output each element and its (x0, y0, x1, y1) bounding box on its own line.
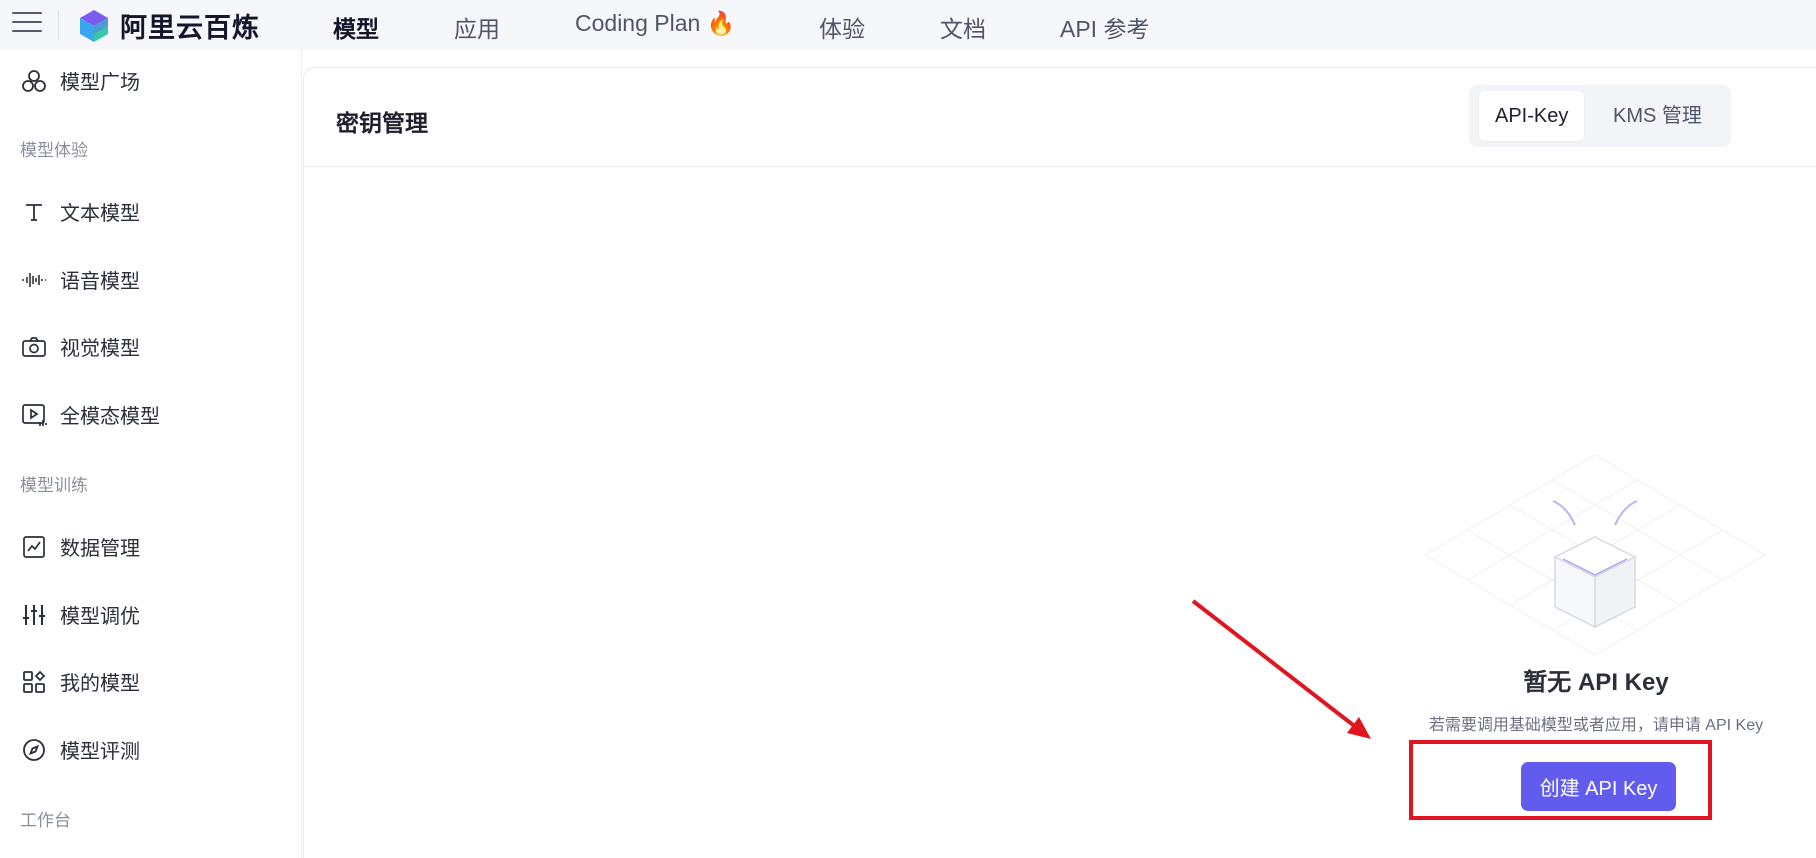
sidebar-item-text-models[interactable]: 文本模型 (20, 197, 140, 226)
sidebar-group-title: 工作台 (20, 811, 71, 830)
model-plaza-icon (20, 67, 48, 95)
nav-coding-plan-label: Coding Plan (575, 10, 701, 36)
hamburger-menu-icon[interactable] (12, 12, 42, 36)
nav-api-reference[interactable]: API 参考 (1060, 10, 1149, 44)
sliders-icon (20, 601, 48, 629)
nav-docs[interactable]: 文档 (940, 10, 986, 44)
empty-state-title: 暂无 API Key (1523, 669, 1669, 696)
bailian-logo-icon (80, 9, 108, 42)
key-type-tabs: API-Key KMS 管理 (1469, 85, 1731, 147)
logo-text: 阿里云百炼 (120, 13, 260, 43)
logo[interactable]: 阿里云百炼 (76, 6, 260, 45)
sidebar-item-label: 视觉模型 (60, 338, 140, 360)
sidebar-item-my-models[interactable]: 我的模型 (20, 667, 140, 696)
sidebar-item-label: 我的模型 (60, 673, 140, 695)
empty-box-illustration (1424, 454, 1766, 656)
sidebar-item-label: 语音模型 (60, 271, 140, 293)
audio-wave-icon (20, 266, 48, 294)
nav-models[interactable]: 模型 (333, 10, 379, 44)
sidebar-item-label: 模型评测 (60, 741, 140, 763)
compass-icon (20, 736, 48, 764)
sidebar-item-label: 模型广场 (60, 72, 140, 94)
nav-apps[interactable]: 应用 (454, 10, 500, 44)
nav-experience[interactable]: 体验 (819, 10, 865, 44)
sidebar-item-omni-models[interactable]: 全模态模型 (20, 400, 160, 429)
page-title: 密钥管理 (336, 110, 428, 136)
sidebar-item-audio-models[interactable]: 语音模型 (20, 265, 140, 294)
empty-state-description: 若需要调用基础模型或者应用，请申请 API Key (1428, 717, 1764, 734)
chart-icon (20, 533, 48, 561)
annotation-highlight-box (1409, 740, 1712, 820)
sidebar-item-label: 全模态模型 (60, 406, 160, 428)
sidebar-item-label: 模型调优 (60, 606, 140, 628)
sidebar: 模型广场 模型体验 文本模型 语音模型 视觉模型 全模态模型 模型训练 数据管理 (0, 50, 302, 858)
fire-icon: 🔥 (706, 10, 736, 36)
apps-icon (20, 668, 48, 696)
sidebar-item-model-plaza[interactable]: 模型广场 (20, 66, 140, 95)
sidebar-group-title: 模型体验 (20, 141, 88, 160)
sidebar-group-title: 模型训练 (20, 476, 88, 495)
sidebar-item-data-management[interactable]: 数据管理 (20, 532, 140, 561)
text-icon (20, 198, 48, 226)
top-navigation-bar: 阿里云百炼 模型 应用 Coding Plan 🔥 体验 文档 API 参考 (0, 0, 1816, 50)
sidebar-item-model-evaluation[interactable]: 模型评测 (20, 735, 140, 764)
omni-video-icon (20, 401, 48, 429)
panel-header: 密钥管理 API-Key KMS 管理 (304, 68, 1816, 167)
sidebar-item-model-tuning[interactable]: 模型调优 (20, 600, 140, 629)
tab-api-key[interactable]: API-Key (1479, 91, 1585, 141)
sidebar-item-vision-models[interactable]: 视觉模型 (20, 332, 140, 361)
tab-kms-management[interactable]: KMS 管理 (1597, 91, 1718, 141)
camera-icon (20, 333, 48, 361)
divider (58, 10, 59, 40)
sidebar-item-label: 文本模型 (60, 203, 140, 225)
nav-coding-plan[interactable]: Coding Plan 🔥 (575, 10, 735, 37)
sidebar-item-label: 数据管理 (60, 538, 140, 560)
